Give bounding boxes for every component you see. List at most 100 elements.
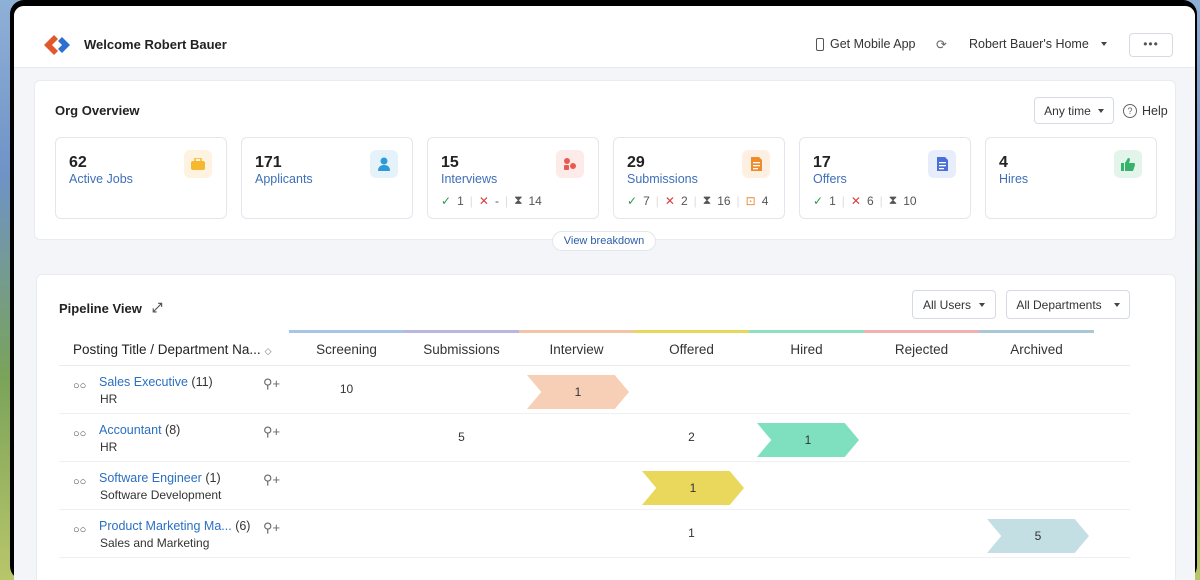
job-title-text: Sales Executive: [99, 375, 188, 389]
job-title-link[interactable]: Product Marketing Ma... (6): [99, 519, 250, 533]
job-department: Software Development: [100, 488, 222, 502]
job-title-link[interactable]: Software Engineer (1): [99, 471, 221, 485]
add-candidate-icon[interactable]: ⚲+: [263, 424, 280, 440]
job-department: HR: [100, 440, 118, 454]
binoculars-icon: ○○: [73, 380, 87, 392]
hourglass-icon: ⧗: [702, 193, 712, 207]
current-stage-chevron[interactable]: 5: [987, 519, 1089, 553]
job-department: HR: [100, 392, 118, 406]
stage-color-bar: [864, 330, 979, 333]
offer-stats: ✓ 1 | ✕ 6 | ⧗ 10: [813, 193, 917, 208]
add-candidate-icon[interactable]: ⚲+: [263, 520, 280, 536]
job-count: (6): [235, 519, 251, 533]
get-mobile-app-label: Get Mobile App: [830, 37, 916, 51]
card-number: 171: [255, 154, 282, 171]
job-title-link[interactable]: Sales Executive (11): [99, 375, 213, 389]
job-count: (8): [165, 423, 181, 437]
posting-title-header-label: Posting Title / Department Na...: [73, 342, 261, 357]
card-number: 62: [69, 154, 87, 171]
document-icon: [742, 150, 770, 178]
current-stage-chevron[interactable]: 1: [757, 423, 859, 457]
more-options-button[interactable]: •••: [1129, 33, 1173, 57]
stage-color-bar: [404, 330, 519, 333]
card-interviews[interactable]: 15 Interviews ✓ 1 | ✕ - | ⧗ 14: [427, 137, 599, 219]
stat-no: 2: [680, 193, 688, 208]
stage-header-offered: Offered: [669, 342, 714, 357]
users-filter-dropdown[interactable]: All Users: [912, 290, 996, 319]
chevron-down-icon: [979, 302, 985, 307]
binoculars-icon: ○○: [73, 476, 87, 488]
job-title-text: Product Marketing Ma...: [99, 519, 232, 533]
org-overview-title: Org Overview: [55, 103, 140, 118]
binoculars-icon: ○○: [73, 428, 87, 440]
stat-ok: 7: [643, 193, 650, 208]
stage-count-cell[interactable]: 5: [404, 430, 519, 444]
department-filter-dropdown[interactable]: All Departments: [1006, 290, 1130, 319]
card-active-jobs[interactable]: 62 Active Jobs: [55, 137, 227, 219]
cross-icon: ✕: [664, 193, 675, 208]
department-filter-label: All Departments: [1016, 297, 1102, 312]
card-submissions[interactable]: 29 Submissions ✓ 7 | ✕ 2 | ⧗ 16 | ⊡ 4: [613, 137, 785, 219]
chevron-down-icon: [1113, 302, 1120, 307]
add-candidate-icon[interactable]: ⚲+: [263, 472, 280, 488]
inbox-icon: ⊡: [745, 193, 756, 208]
card-number: 29: [627, 154, 645, 171]
table-row[interactable]: ○○ Accountant (8) HR ⚲+ 5 21: [59, 414, 1130, 462]
offer-icon: [928, 150, 956, 178]
card-offers[interactable]: 17 Offers ✓ 1 | ✕ 6 | ⧗ 10: [799, 137, 971, 219]
phone-icon: [816, 37, 824, 51]
home-selector[interactable]: Robert Bauer's Home: [969, 37, 1107, 51]
help-link[interactable]: ? Help: [1123, 104, 1168, 118]
cross-icon: ✕: [478, 193, 489, 208]
get-mobile-app-link[interactable]: Get Mobile App: [816, 37, 915, 51]
stat-no: -: [494, 193, 499, 208]
stage-header-archived: Archived: [1010, 342, 1063, 357]
job-count: (1): [205, 471, 221, 485]
chevron-down-icon: [1097, 108, 1104, 113]
time-range-dropdown[interactable]: Any time: [1034, 97, 1114, 124]
stat-ok: 1: [457, 193, 464, 208]
table-row[interactable]: ○○ Sales Executive (11) HR ⚲+ 10 1: [59, 366, 1130, 414]
home-label: Robert Bauer's Home: [969, 37, 1089, 51]
stage-count-cell[interactable]: 1: [634, 526, 749, 540]
current-stage-chevron[interactable]: 1: [642, 471, 744, 505]
table-row[interactable]: ○○ Software Engineer (1) Software Develo…: [59, 462, 1130, 510]
hourglass-icon: ⧗: [514, 193, 523, 207]
stat-no: 6: [866, 193, 874, 208]
stage-header-rejected: Rejected: [894, 342, 949, 357]
briefcase-icon: [184, 150, 212, 178]
card-applicants[interactable]: 171 Applicants: [241, 137, 413, 219]
stage-color-bar: [519, 330, 634, 333]
expand-icon[interactable]: ⤢: [152, 300, 162, 316]
add-candidate-icon[interactable]: ⚲+: [263, 376, 280, 392]
thumbs-up-icon: [1114, 150, 1142, 178]
stage-count-cell[interactable]: 2: [634, 430, 749, 444]
submission-stats: ✓ 7 | ✕ 2 | ⧗ 16 | ⊡ 4: [627, 193, 769, 208]
card-label: Submissions: [627, 172, 698, 186]
interview-stats: ✓ 1 | ✕ - | ⧗ 14: [441, 193, 542, 208]
current-stage-chevron[interactable]: 1: [527, 375, 629, 409]
chevron-down-icon: [1100, 42, 1107, 46]
posting-title-header[interactable]: Posting Title / Department Na... ◇: [73, 342, 272, 357]
card-number: 17: [813, 154, 831, 171]
table-row[interactable]: ○○ Product Marketing Ma... (6) Sales and…: [59, 510, 1130, 558]
stage-count-cell[interactable]: 10: [289, 382, 404, 396]
binoculars-icon: ○○: [73, 524, 87, 536]
card-label: Interviews: [441, 172, 498, 186]
refresh-icon[interactable]: ⟳: [936, 37, 947, 53]
help-icon: ?: [1123, 104, 1137, 118]
stage-header-hired: Hired: [790, 342, 823, 357]
stat-ok: 1: [829, 193, 836, 208]
card-number: 4: [999, 154, 1008, 171]
check-icon: ✓: [627, 193, 638, 208]
pipeline-panel: Pipeline View ⤢ All Users All Department…: [36, 274, 1176, 580]
card-hires[interactable]: 4 Hires: [985, 137, 1157, 219]
job-count: (11): [191, 375, 213, 389]
view-breakdown-button[interactable]: View breakdown: [552, 231, 656, 251]
card-label: Applicants: [255, 172, 313, 186]
job-title-link[interactable]: Accountant (8): [99, 423, 180, 437]
job-department: Sales and Marketing: [100, 536, 210, 550]
cross-icon: ✕: [850, 193, 861, 208]
stage-color-bar: [749, 330, 864, 333]
app-screen: Welcome Robert Bauer Get Mobile App ⟳ Ro…: [14, 6, 1195, 580]
